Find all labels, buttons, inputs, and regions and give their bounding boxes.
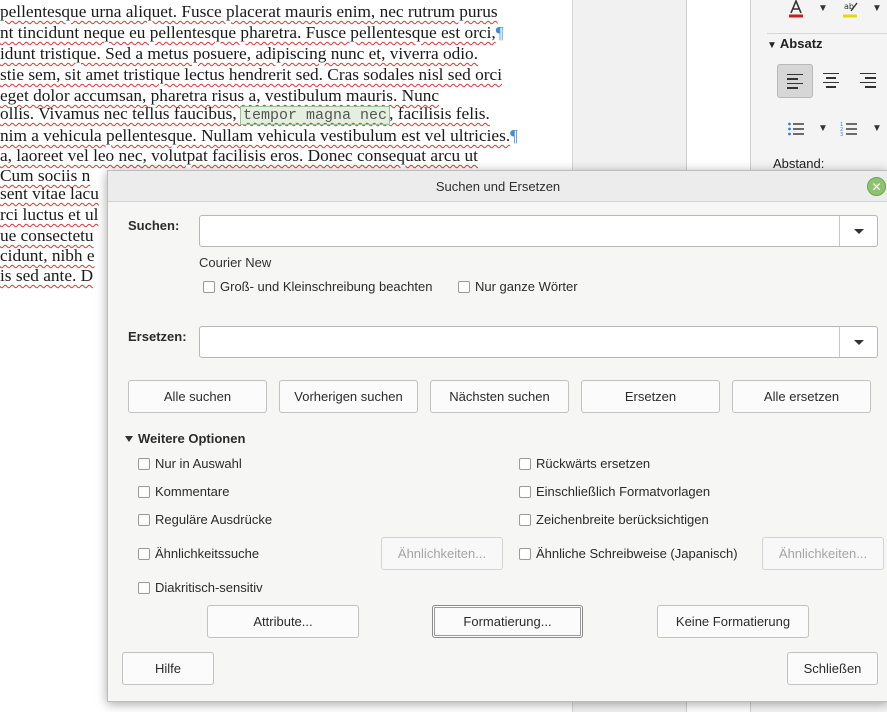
document-line: ue consectetu xyxy=(0,226,94,245)
chevron-down-icon[interactable]: ▼ xyxy=(872,123,882,134)
replace-label: Ersetzen: xyxy=(128,329,187,344)
dialog-title: Suchen und Ersetzen xyxy=(435,178,561,194)
bullet-list-icon[interactable] xyxy=(783,118,809,140)
chevron-down-icon[interactable]: ▼ xyxy=(818,3,828,14)
replace-all-button[interactable]: Alle ersetzen xyxy=(732,380,871,413)
match-case-checkbox[interactable]: Groß- und Kleinschreibung beachten xyxy=(203,279,432,294)
char-width-checkbox[interactable]: Zeichenbreite berücksichtigen xyxy=(519,512,709,527)
backwards-checkbox[interactable]: Rückwärts ersetzen xyxy=(519,456,650,471)
replace-combobox[interactable] xyxy=(199,326,878,358)
chevron-down-icon xyxy=(853,228,864,234)
document-line: rci luctus et ul xyxy=(0,205,99,224)
replace-input[interactable] xyxy=(206,331,830,353)
sounds-like-checkbox[interactable]: Ähnliche Schreibweise (Japanisch) xyxy=(519,546,738,561)
document-line: eget dolor accumsan, pharetra risus a, v… xyxy=(0,86,440,105)
search-combobox[interactable] xyxy=(199,215,878,247)
whole-words-checkbox[interactable]: Nur ganze Wörter xyxy=(458,279,578,294)
expander-arrow-icon xyxy=(125,435,133,442)
document-line: sent vitae lacu xyxy=(0,184,99,203)
document-line: is sed ante. D xyxy=(0,266,94,285)
sounds-like-settings-button[interactable]: Ähnlichkeiten... xyxy=(762,537,884,570)
document-line: stie sem, sit amet tristique lectus hend… xyxy=(0,65,503,84)
attributes-button[interactable]: Attribute... xyxy=(207,605,359,638)
sidebar-section-title[interactable]: ▼ Absatz xyxy=(767,36,887,51)
chevron-down-icon[interactable]: ▼ xyxy=(872,3,882,14)
highlight-color-icon[interactable]: ab xyxy=(835,0,865,20)
dialog-titlebar[interactable]: Suchen und Ersetzen ✕ xyxy=(108,171,887,202)
align-right-button[interactable] xyxy=(851,64,885,96)
spacing-label: Abstand: xyxy=(773,156,825,171)
search-input[interactable] xyxy=(206,220,830,242)
chevron-down-icon xyxy=(853,339,864,345)
document-line: nim a vehicula pellentesque. Nullam vehi… xyxy=(0,126,518,145)
include-styles-checkbox[interactable]: Einschließlich Formatvorlagen xyxy=(519,484,710,499)
find-all-button[interactable]: Alle suchen xyxy=(128,380,267,413)
close-icon[interactable]: ✕ xyxy=(867,177,886,196)
search-attributes-hint: Courier New xyxy=(199,255,272,270)
numbered-list-icon[interactable]: 123 xyxy=(836,118,862,140)
similarity-search-checkbox[interactable]: Ähnlichkeitssuche xyxy=(138,546,259,561)
document-line: pellentesque urna aliquet. Fusce placera… xyxy=(0,2,498,21)
no-format-button[interactable]: Keine Formatierung xyxy=(657,605,809,638)
search-match-highlight: tempor magna nec xyxy=(240,106,391,125)
find-next-button[interactable]: Nächsten suchen xyxy=(430,380,569,413)
diacritics-checkbox[interactable]: Diakritisch-sensitiv xyxy=(138,580,263,595)
document-line: a, laoreet vel leo nec, volutpat facilis… xyxy=(0,146,478,165)
chevron-down-icon[interactable]: ▼ xyxy=(818,123,828,134)
replace-button[interactable]: Ersetzen xyxy=(581,380,720,413)
more-options-expander[interactable]: Weitere Optionen xyxy=(125,431,245,446)
document-line: Cum sociis n xyxy=(0,166,91,185)
current-selection-checkbox[interactable]: Nur in Auswahl xyxy=(138,456,242,471)
svg-text:3: 3 xyxy=(840,132,843,137)
document-line: nt tincidunt neque eu pellentesque phare… xyxy=(0,23,504,42)
format-button[interactable]: Formatierung... xyxy=(432,605,583,638)
similarity-settings-button[interactable]: Ähnlichkeiten... xyxy=(381,537,503,570)
document-line: idunt tristique. Sed a metus posuere, ad… xyxy=(0,44,479,63)
replace-dropdown-button[interactable] xyxy=(839,327,877,357)
align-left-button[interactable] xyxy=(777,64,813,98)
find-previous-button[interactable]: Vorherigen suchen xyxy=(279,380,418,413)
document-line: ollis. Vivamus nec tellus faucibus, temp… xyxy=(0,104,490,125)
comments-checkbox[interactable]: Kommentare xyxy=(138,484,229,499)
font-color-icon[interactable] xyxy=(781,0,811,20)
close-button[interactable]: Schließen xyxy=(787,652,878,685)
help-button[interactable]: Hilfe xyxy=(122,652,214,685)
align-center-button[interactable] xyxy=(814,64,848,96)
regex-checkbox[interactable]: Reguläre Ausdrücke xyxy=(138,512,272,527)
search-dropdown-button[interactable] xyxy=(839,216,877,246)
search-label: Suchen: xyxy=(128,218,180,233)
document-line: cidunt, nibh e xyxy=(0,246,95,265)
find-replace-dialog: Suchen und Ersetzen ✕ Suchen: Courier Ne… xyxy=(107,170,887,702)
